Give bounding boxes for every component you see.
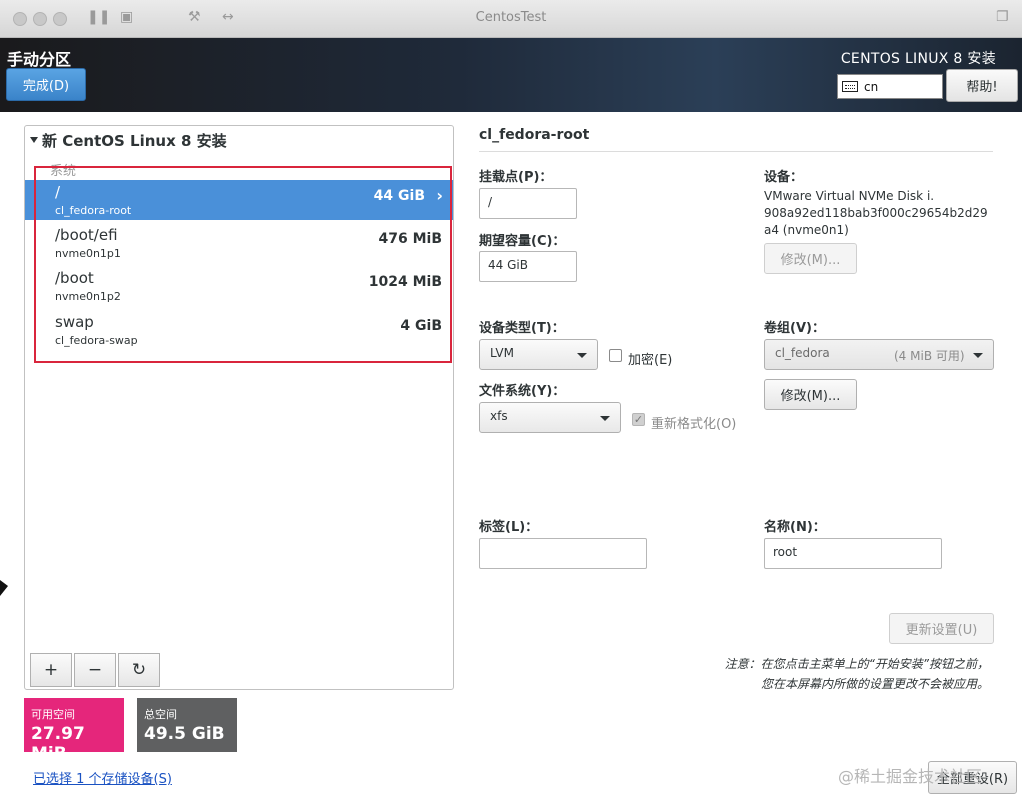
label-input[interactable] bbox=[479, 538, 647, 569]
refresh-icon[interactable]: ↻ bbox=[118, 653, 160, 687]
filesystem-value: xfs bbox=[490, 409, 508, 423]
available-space-label: 可用空间 bbox=[31, 708, 75, 721]
device-type-value: LVM bbox=[490, 346, 514, 360]
fullscreen-icon[interactable]: ❐ bbox=[996, 9, 1009, 25]
modify-device-button[interactable]: 修改(M)... bbox=[764, 243, 857, 274]
volume-group-label: 卷组(V)： bbox=[764, 321, 825, 336]
selected-storage-link[interactable]: 已选择 1 个存储设备(S) bbox=[33, 768, 172, 787]
volume-group-free: (4 MiB 可用) bbox=[894, 349, 965, 363]
mount-point-label: 挂载点(P)： bbox=[479, 170, 553, 185]
partition-toolbar: + − ↻ bbox=[30, 653, 162, 687]
name-field-label: 名称(N)： bbox=[764, 520, 826, 535]
device-description-line3: a4 (nvme0n1) bbox=[764, 223, 849, 237]
available-space-box: 可用空间 27.97 MiB bbox=[24, 698, 124, 764]
window-title: CentosTest bbox=[475, 10, 547, 25]
keyboard-icon bbox=[842, 81, 858, 92]
device-type-label: 设备类型(T)： bbox=[479, 321, 565, 336]
keyboard-layout-indicator[interactable]: cn bbox=[837, 74, 943, 99]
modify-volume-group-button[interactable]: 修改(M)... bbox=[764, 379, 857, 410]
note-line-1: 注意：在您点击主菜单上的“开始安装”按钮之前， bbox=[724, 657, 989, 671]
page-title: 手动分区 bbox=[7, 50, 72, 69]
total-space-label: 总空间 bbox=[144, 708, 177, 721]
note-line-2: 您在本屏幕内所做的设置更改不会被应用。 bbox=[760, 677, 989, 691]
chevron-down-icon bbox=[600, 416, 610, 421]
chevron-down-icon bbox=[577, 353, 587, 358]
done-button[interactable]: 完成(D) bbox=[6, 68, 86, 101]
reformat-label: 重新格式化(O) bbox=[651, 417, 737, 432]
chevron-down-icon bbox=[973, 353, 983, 358]
desired-capacity-input[interactable]: 44 GiB bbox=[479, 251, 577, 282]
watermark: @稀土掘金技术社区 bbox=[838, 767, 983, 786]
product-title: CENTOS LINUX 8 安装 bbox=[840, 51, 996, 67]
mount-point-input[interactable]: / bbox=[479, 188, 577, 219]
volume-group-select[interactable]: cl_fedora (4 MiB 可用) bbox=[764, 339, 994, 370]
install-expander[interactable]: 新 CentOS Linux 8 安装 bbox=[30, 130, 227, 151]
help-button[interactable]: 帮助! bbox=[946, 69, 1018, 102]
add-partition-button[interactable]: + bbox=[30, 653, 72, 687]
expander-triangle-icon bbox=[30, 137, 38, 143]
title-divider bbox=[479, 151, 993, 152]
mouse-cursor-icon bbox=[0, 580, 8, 596]
available-space-value: 27.97 MiB bbox=[31, 724, 85, 764]
device-description-line2: 908a92ed118bab3f000c29654b2d29 bbox=[764, 206, 988, 220]
total-space-value: 49.5 GiB bbox=[144, 724, 225, 744]
total-space-box: 总空间 49.5 GiB bbox=[137, 698, 237, 752]
desired-capacity-label: 期望容量(C)： bbox=[479, 234, 566, 249]
install-title: 新 CentOS Linux 8 安装 bbox=[42, 132, 227, 150]
device-label: 设备： bbox=[764, 170, 804, 185]
encrypt-checkbox[interactable] bbox=[609, 349, 622, 362]
device-type-select[interactable]: LVM bbox=[479, 339, 598, 370]
filesystem-label: 文件系统(Y)： bbox=[479, 384, 566, 399]
selected-partition-title: cl_fedora-root bbox=[479, 127, 590, 143]
volume-group-value: cl_fedora bbox=[775, 346, 830, 360]
name-input[interactable]: root bbox=[764, 538, 942, 569]
keyboard-layout-label: cn bbox=[864, 79, 879, 94]
remove-partition-button[interactable]: − bbox=[74, 653, 116, 687]
filesystem-select[interactable]: xfs bbox=[479, 402, 621, 433]
encrypt-label: 加密(E) bbox=[628, 353, 673, 368]
reformat-checkbox[interactable]: ✓ bbox=[632, 413, 645, 426]
label-field-label: 标签(L)： bbox=[479, 520, 539, 535]
device-description-line1: VMware Virtual NVMe Disk i. bbox=[764, 189, 935, 203]
update-settings-button[interactable]: 更新设置(U) bbox=[889, 613, 994, 644]
highlight-annotation-box bbox=[34, 166, 452, 363]
